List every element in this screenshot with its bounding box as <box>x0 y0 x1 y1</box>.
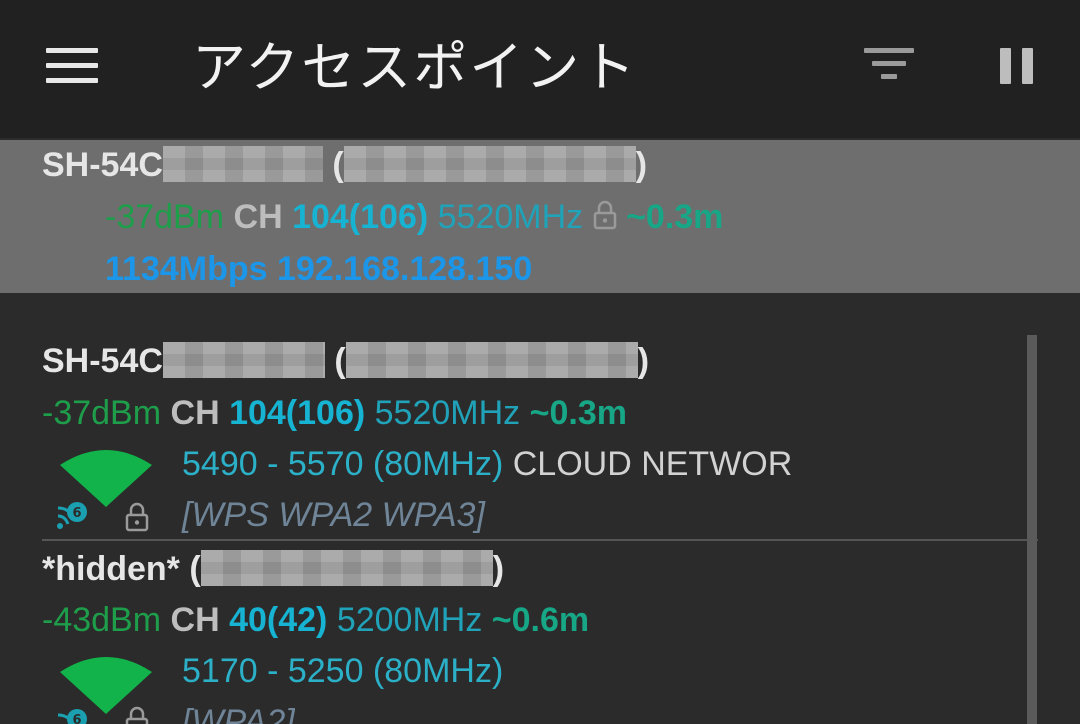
menu-icon[interactable] <box>46 48 100 86</box>
ap-security-line: [WPA2] <box>182 703 295 724</box>
ap-security-line: [WPS WPA2 WPA3] <box>182 496 485 535</box>
channel-value: 104(106) <box>229 394 366 432</box>
channel-value: 40(42) <box>229 601 328 639</box>
security-capabilities: [WPS WPA2 WPA3] <box>182 496 485 534</box>
list-scrollbar[interactable] <box>1027 335 1037 724</box>
ap-ssid-line: SH-54C () <box>42 342 649 381</box>
distance-value: ~0.3m <box>626 198 724 236</box>
frequency-value: 5200MHz <box>336 601 483 639</box>
redacted-bssid <box>343 146 636 182</box>
frequency-range: 5490 - 5570 (80MHz) <box>182 445 504 483</box>
lock-icon <box>125 502 149 532</box>
ap-ssid-line: *hidden* () <box>42 550 504 589</box>
frequency-range: 5170 - 5250 (80MHz) <box>182 652 504 690</box>
connected-ssid-line: SH-54C () <box>42 146 647 185</box>
ch-label: CH <box>170 394 220 432</box>
app-bar: アクセスポイント <box>0 0 1080 138</box>
vendor-name: CLOUD NETWOR <box>512 445 793 483</box>
paren-open: ( <box>189 550 201 588</box>
ip-address: 192.168.128.150 <box>276 250 533 288</box>
paren-close: ) <box>637 342 650 380</box>
ap-ssid: SH-54C <box>42 342 163 380</box>
ap-range-line: 5170 - 5250 (80MHz) <box>182 652 503 691</box>
connected-link-line: 1134Mbps 192.168.128.150 <box>105 250 532 289</box>
ap-range-line: 5490 - 5570 (80MHz) CLOUD NETWOR <box>182 445 792 484</box>
ap-signal-line: -43dBm CH 40(42) 5200MHz ~0.6m <box>42 601 589 640</box>
wifi6-badge-icon: 6 <box>57 502 87 529</box>
paren-open: ( <box>334 342 346 380</box>
filter-icon[interactable] <box>864 48 916 84</box>
rssi-value: -43dBm <box>42 601 162 639</box>
connected-signal-line: -37dBm CH 104(106) 5520MHz ~0.3m <box>105 198 723 237</box>
ch-label: CH <box>170 601 220 639</box>
redacted-bssid <box>200 550 493 586</box>
wifi-gen-label: 6 <box>72 713 81 724</box>
ap-ssid: *hidden* <box>42 550 180 588</box>
paren-open: ( <box>332 146 344 184</box>
distance-value: ~0.6m <box>491 601 590 639</box>
rssi-value: -37dBm <box>42 394 162 432</box>
channel-value: 104(106) <box>292 198 429 236</box>
list-divider <box>42 539 1038 541</box>
security-capabilities: [WPA2] <box>182 703 295 724</box>
paren-close: ) <box>492 550 505 588</box>
rssi-value: -37dBm <box>105 198 225 236</box>
wifi6-badge-icon: 6 <box>57 709 87 724</box>
ap-signal-line: -37dBm CH 104(106) 5520MHz ~0.3m <box>42 394 627 433</box>
page-title: アクセスポイント <box>192 36 638 99</box>
redacted-ssid-suffix <box>162 146 323 182</box>
lock-icon <box>593 200 616 230</box>
frequency-value: 5520MHz <box>437 198 584 236</box>
frequency-value: 5520MHz <box>374 394 521 432</box>
connected-ssid: SH-54C <box>42 146 163 184</box>
redacted-ssid-suffix <box>162 342 325 378</box>
wifi-gen-label: 6 <box>72 506 81 521</box>
pause-icon[interactable] <box>998 48 1036 84</box>
distance-value: ~0.3m <box>529 394 627 432</box>
lock-icon <box>125 706 149 724</box>
connected-ap-panel[interactable]: SH-54C () -37dBm CH 104(106) 5520MHz ~0.… <box>0 140 1080 293</box>
ch-label: CH <box>233 198 283 236</box>
paren-close: ) <box>635 146 648 184</box>
link-speed: 1134Mbps <box>105 250 268 288</box>
redacted-bssid <box>345 342 638 378</box>
